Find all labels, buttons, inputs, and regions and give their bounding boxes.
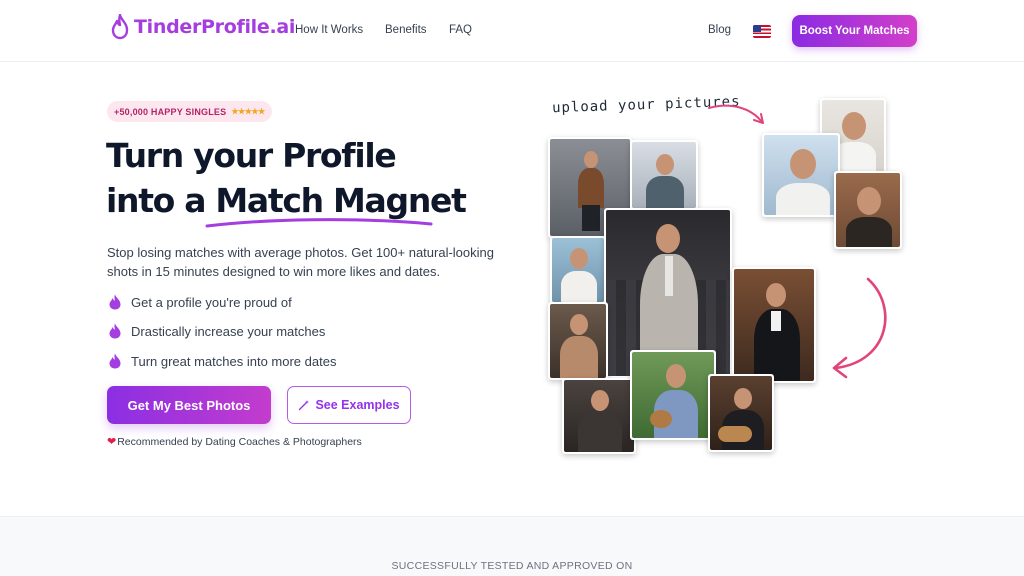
logo-text: TinderProfile.ai [134,16,296,38]
hero-title-line-1: Turn your Profile [106,136,397,175]
curved-arrow-back-icon [832,277,887,379]
logo[interactable]: TinderProfile.ai [110,14,295,40]
feature-item: Turn great matches into more dates [108,353,336,369]
nav-link-blog[interactable]: Blog [708,24,731,36]
hero-title-line-2: into a Match Magnet [106,181,467,220]
input-photo [834,171,902,249]
recommendation-text: Recommended by Dating Coaches & Photogra… [117,435,362,448]
badge-text: +50,000 HAPPY SINGLES [114,106,227,117]
curved-arrow-right-icon [708,104,764,124]
nav-link-how-it-works[interactable]: How It Works [295,24,363,36]
top-navbar: TinderProfile.ai How It Works Benefits F… [0,0,1024,62]
recommendation-note: ❤ Recommended by Dating Coaches & Photog… [107,435,362,449]
nav-link-faq[interactable]: FAQ [449,24,472,36]
us-flag-icon[interactable] [753,25,771,38]
see-examples-label: See Examples [315,398,400,412]
tested-approved-label: SUCCESSFULLY TESTED AND APPROVED ON [391,560,633,572]
feature-item: Get a profile you're proud of [108,294,292,310]
generated-photo [732,267,816,383]
see-examples-button[interactable]: See Examples [287,386,411,424]
feature-item: Drastically increase your matches [108,323,325,339]
happy-singles-badge: +50,000 HAPPY SINGLES ★★★★★ [107,101,272,122]
magic-wand-icon [299,400,310,411]
generated-photo [550,236,606,304]
get-best-photos-button[interactable]: Get My Best Photos [107,386,271,424]
flame-icon [109,353,121,369]
title-underline-decoration [205,218,433,228]
heart-icon: ❤ [107,436,117,448]
feature-text: Drastically increase your matches [131,323,326,339]
feature-text: Turn great matches into more dates [131,353,337,369]
boost-matches-button[interactable]: Boost Your Matches [792,15,917,47]
nav-link-benefits[interactable]: Benefits [385,24,427,36]
generated-photo [548,302,608,380]
flame-logo-icon [111,14,129,40]
flame-icon [109,323,121,339]
star-rating-icon: ★★★★★ [231,107,265,116]
hero-subtitle: Stop losing matches with average photos.… [107,245,494,279]
generated-photo [630,140,698,210]
flame-icon [109,294,121,310]
generated-photo [562,378,636,454]
generated-photo [708,374,774,452]
input-photo [762,133,840,217]
generated-photo [630,350,716,440]
feature-text: Get a profile you're proud of [131,294,292,310]
